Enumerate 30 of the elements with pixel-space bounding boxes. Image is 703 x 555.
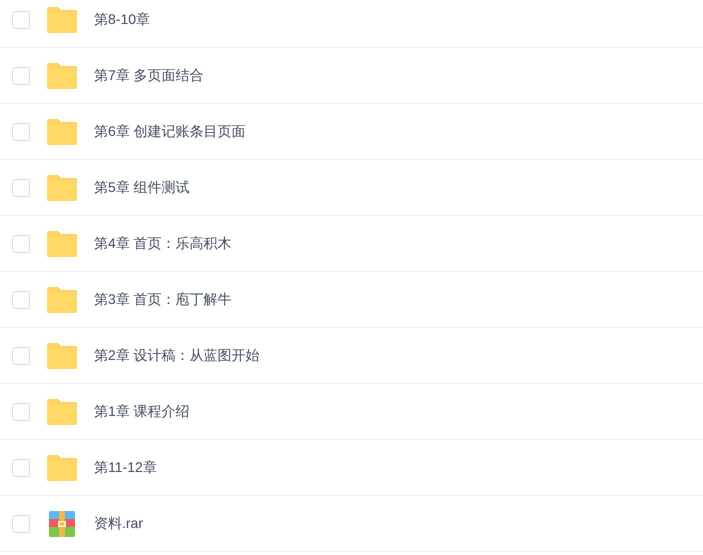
- checkbox[interactable]: [12, 66, 30, 84]
- checkbox[interactable]: [12, 178, 30, 196]
- folder-icon: [46, 174, 78, 200]
- file-name[interactable]: 第11-12章: [94, 458, 157, 476]
- folder-icon: [46, 398, 78, 424]
- file-name[interactable]: 第7章 多页面结合: [94, 66, 204, 84]
- file-name[interactable]: 第3章 首页：庖丁解牛: [94, 290, 232, 308]
- checkbox[interactable]: [12, 122, 30, 140]
- folder-icon: [46, 454, 78, 480]
- folder-icon: [46, 62, 78, 88]
- checkbox[interactable]: [12, 290, 30, 308]
- file-name[interactable]: 资料.rar: [94, 514, 143, 532]
- file-name[interactable]: 第8-10章: [94, 10, 150, 28]
- checkbox[interactable]: [12, 514, 30, 532]
- folder-icon: [46, 342, 78, 368]
- checkbox[interactable]: [12, 402, 30, 420]
- checkbox[interactable]: [12, 10, 30, 28]
- folder-icon: [46, 118, 78, 144]
- file-name[interactable]: 第4章 首页：乐高积木: [94, 234, 232, 252]
- checkbox[interactable]: [12, 346, 30, 364]
- checkbox[interactable]: [12, 458, 30, 476]
- file-name[interactable]: 第6章 创建记账条目页面: [94, 122, 246, 140]
- file-name[interactable]: 第2章 设计稿：从蓝图开始: [94, 346, 260, 364]
- folder-icon: [46, 230, 78, 256]
- file-name[interactable]: 第1章 课程介绍: [94, 402, 190, 420]
- archive-icon: [49, 510, 75, 536]
- folder-icon: [46, 286, 78, 312]
- folder-icon: [46, 6, 78, 32]
- checkbox[interactable]: [12, 234, 30, 252]
- file-name[interactable]: 第5章 组件测试: [94, 178, 190, 196]
